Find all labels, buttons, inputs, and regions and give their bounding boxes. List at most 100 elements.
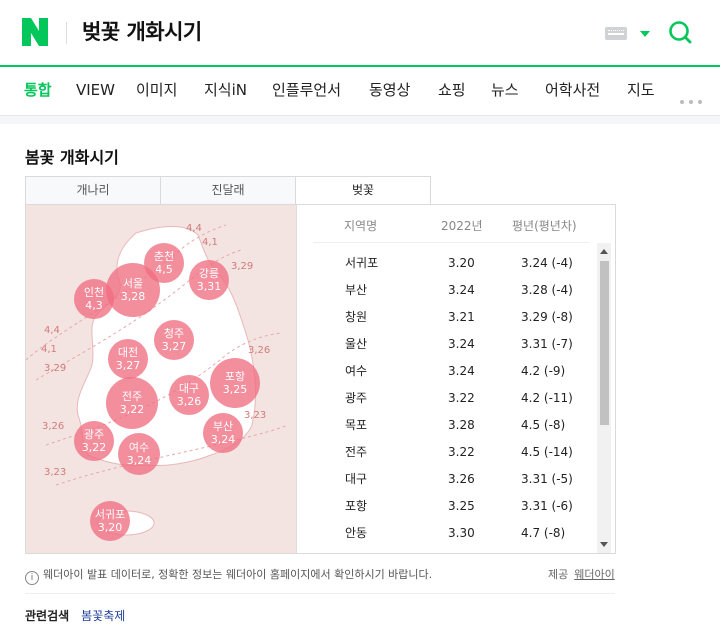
search-query[interactable]: 벚꽃 개화시기 [82,16,202,48]
subtab-forsythia[interactable]: 개나리 [25,176,161,205]
city-marker-cheongju[interactable]: 청주 3,27 [154,320,194,360]
cell-year: 3.24 [448,364,475,378]
cell-year: 3.24 [448,337,475,351]
city-date: 3,22 [81,441,107,454]
bloom-table: 지역명 2022년 평년(평년차) 서귀포 3.20 3.24 (-4) 부산 3.24… [297,205,615,553]
city-marker-gwangju[interactable]: 광주 3,22 [74,421,114,461]
city-name: 부산 [212,420,234,433]
table-scrollbar[interactable] [597,243,611,553]
tab-integrated[interactable]: 통합 [24,80,52,100]
header: 벚꽃 개화시기 [0,0,720,66]
scroll-thumb[interactable] [600,261,609,425]
tab-view[interactable]: VIEW [76,80,115,100]
table-row: 광주 3.22 4.2 (-11) [297,388,597,415]
city-name: 청주 [163,327,185,340]
contour-label: 3,23 [244,410,267,421]
tab-images[interactable]: 이미지 [136,80,177,100]
city-marker-jeonju[interactable]: 전주 3,22 [106,377,158,429]
related-link[interactable]: 봄꽃축제 [81,609,125,623]
cell-region: 포항 [345,499,368,513]
source-credit: 제공 웨더아이 [548,566,615,582]
contour-label: 3,29 [44,363,67,374]
cell-normal: 3.28 (-4) [521,283,573,297]
table-row: 울산 3.24 3.31 (-7) [297,334,597,361]
search-tabs: 통합 VIEW 이미지 지식iN 인플루언서 동영상 쇼핑 뉴스 어학사전 지도 [0,67,720,116]
cell-region: 대구 [345,472,368,486]
city-name: 춘천 [153,250,175,263]
contour-label: 4,1 [41,344,57,355]
table-row: 대구 3.26 3.31 (-5) [297,469,597,496]
city-name: 인천 [83,286,105,299]
tab-video[interactable]: 동영상 [369,80,410,100]
cell-normal: 3.24 (-4) [521,256,573,270]
cell-region: 서귀포 [345,256,379,270]
tab-map[interactable]: 지도 [627,80,655,100]
city-marker-daegu[interactable]: 대구 3,26 [169,375,209,415]
scroll-up-icon[interactable] [600,249,608,254]
info-icon: i [25,571,39,585]
cell-year: 3.22 [448,391,475,405]
cell-year: 3.22 [448,445,475,459]
city-date: 3,28 [120,290,146,303]
city-marker-seoul[interactable]: 서울 3,28 [106,263,160,317]
city-marker-yeosu[interactable]: 여수 3,24 [118,433,160,475]
table-row: 여수 3.24 4.2 (-9) [297,361,597,388]
source-link[interactable]: 웨더아이 [574,568,614,581]
cell-normal: 4.5 (-14) [521,445,573,459]
naver-logo-icon[interactable] [22,18,48,46]
more-tabs-icon[interactable] [680,89,707,108]
tab-dictionary[interactable]: 어학사전 [545,80,600,100]
city-name: 포항 [224,370,246,383]
subtab-cherry-blossom[interactable]: 벚꽃 [295,176,431,206]
city-name: 여수 [128,441,150,454]
keyboard-icon[interactable] [605,27,627,40]
table-row: 창원 3.21 3.29 (-8) [297,307,597,334]
city-name: 대전 [117,346,139,359]
tab-shopping[interactable]: 쇼핑 [438,80,466,100]
bloom-map: 4,4 4,1 3,29 4,4 4,1 3,29 3,26 3,26 3,23… [26,205,297,553]
cell-region: 울산 [345,337,368,351]
city-date: 3,20 [97,521,123,534]
tab-influencer[interactable]: 인플루언서 [272,80,341,100]
table-row: 부산 3.24 3.28 (-4) [297,280,597,307]
subtab-azalea[interactable]: 진달래 [160,176,296,205]
city-marker-busan[interactable]: 부산 3,24 [203,413,243,453]
city-marker-daejeon[interactable]: 대전 3,27 [108,339,148,379]
city-marker-seogwipo[interactable]: 서귀포 3,20 [90,501,130,541]
city-marker-gangneung[interactable]: 강릉 3,31 [189,260,229,300]
cell-normal: 4.7 (-8) [521,526,566,540]
cell-region: 부산 [345,283,368,297]
cell-year: 3.25 [448,499,475,513]
bloom-panel: 4,4 4,1 3,29 4,4 4,1 3,29 3,26 3,26 3,23… [25,204,616,554]
contour-label: 3,23 [44,467,67,478]
related-search: 관련검색 봄꽃축제 [25,607,125,624]
tab-knowledge[interactable]: 지식iN [204,80,247,100]
cell-normal: 3.31 (-5) [521,472,573,486]
cell-year: 3.26 [448,472,475,486]
cell-year: 3.30 [448,526,475,540]
search-icon[interactable] [668,20,692,44]
contour-label: 4,4 [44,325,60,336]
cell-region: 광주 [345,391,368,405]
city-date: 3,25 [222,383,248,396]
bloom-card: 봄꽃 개화시기 개나리 진달래 벚꽃 4,4 4,1 3,29 4,4 4,1 … [0,124,720,641]
city-marker-pohang[interactable]: 포항 3,25 [210,358,260,408]
tab-news[interactable]: 뉴스 [491,80,519,100]
cell-region: 전주 [345,445,368,459]
cell-year: 3.21 [448,310,475,324]
contour-label: 4,1 [202,237,218,248]
scroll-down-icon[interactable] [600,542,608,547]
table-row: 목포 3.28 4.5 (-8) [297,415,597,442]
city-date: 3,27 [161,340,187,353]
cell-normal: 3.31 (-6) [521,499,573,513]
info-text: 웨더아이 발표 데이터로, 정확한 정보는 웨더아이 홈페이지에서 확인하시기 … [43,568,433,581]
cell-normal: 4.2 (-9) [521,364,566,378]
cell-normal: 3.29 (-8) [521,310,573,324]
header-2022: 2022년 [441,219,483,233]
chevron-down-icon[interactable] [640,31,650,37]
city-date: 4,3 [85,299,103,312]
source-label: 제공 [548,568,569,581]
city-name: 강릉 [198,267,220,280]
cell-normal: 4.2 (-11) [521,391,573,405]
city-date: 3,22 [119,403,145,416]
